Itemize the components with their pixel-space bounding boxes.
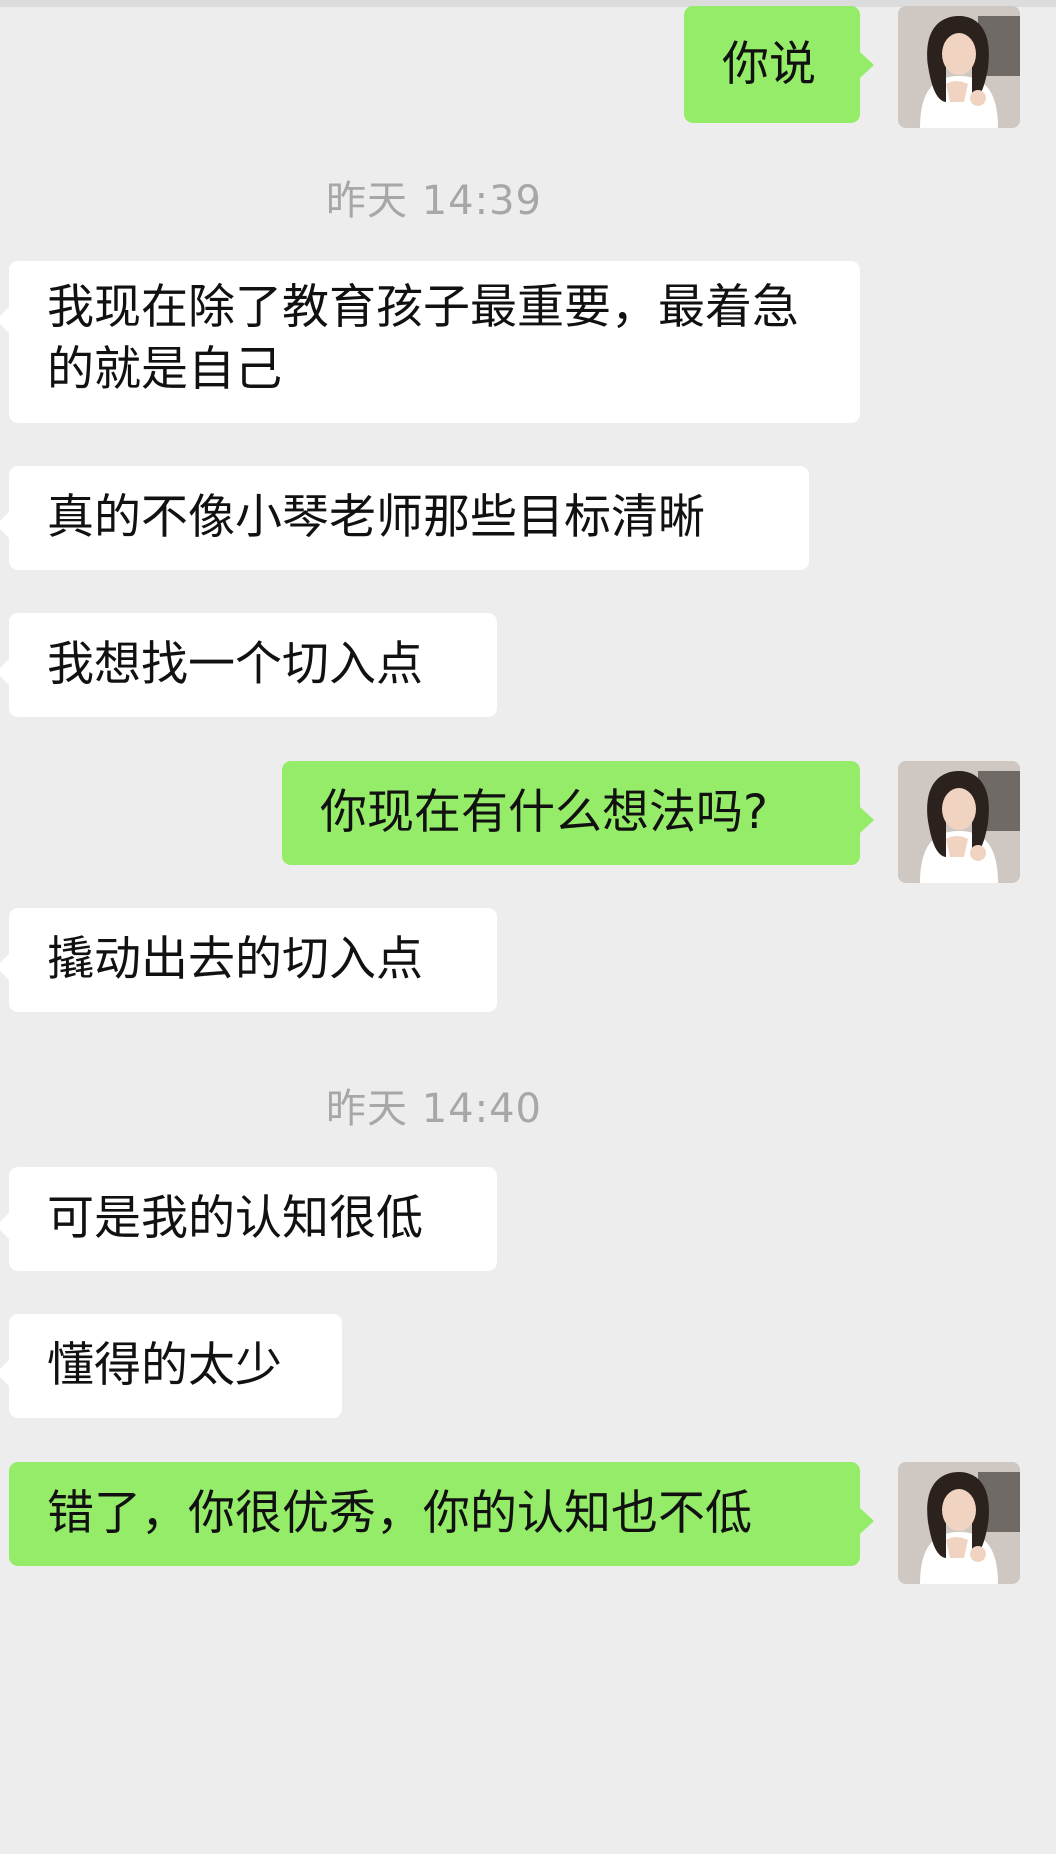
message-text: 你现在有什么想法吗? (320, 785, 768, 840)
message-text: 可是我的认知很低 (47, 1191, 423, 1246)
avatar-photo-icon (898, 761, 1020, 883)
avatar[interactable] (898, 761, 1020, 883)
timestamp: 昨天 14:39 (326, 178, 542, 224)
outgoing-message[interactable]: 错了，你很优秀，你的认知也不低 (9, 1462, 874, 1566)
avatar-photo-icon (898, 1462, 1020, 1584)
timestamp: 昨天 14:40 (326, 1086, 542, 1132)
incoming-message[interactable]: 我现在除了教育孩子最重要，最着急的就是自己 (0, 261, 860, 423)
avatar-photo-icon (898, 6, 1020, 128)
incoming-message[interactable]: 我想找一个切入点 (0, 613, 497, 717)
chat-message-list[interactable]: 你说 昨天 14:39 我现在除了教育孩子最重要，最着急的就是自己 真的不像小琴… (0, 0, 1056, 1854)
message-text: 你说 (722, 37, 816, 92)
incoming-message[interactable]: 撬动出去的切入点 (0, 908, 497, 1012)
incoming-message[interactable]: 真的不像小琴老师那些目标清晰 (0, 466, 809, 570)
message-text: 我想找一个切入点 (47, 637, 423, 692)
incoming-message[interactable]: 懂得的太少 (0, 1314, 342, 1418)
message-text: 撬动出去的切入点 (47, 932, 423, 987)
message-text: 我现在除了教育孩子最重要，最着急的就是自己 (47, 280, 799, 397)
incoming-message[interactable]: 可是我的认知很低 (0, 1167, 497, 1271)
message-text: 错了，你很优秀，你的认知也不低 (47, 1486, 752, 1541)
message-text: 真的不像小琴老师那些目标清晰 (47, 490, 705, 545)
avatar[interactable] (898, 6, 1020, 128)
outgoing-message[interactable]: 你现在有什么想法吗? (282, 761, 874, 865)
outgoing-message[interactable]: 你说 (684, 6, 874, 123)
message-text: 懂得的太少 (47, 1338, 282, 1393)
avatar[interactable] (898, 1462, 1020, 1584)
